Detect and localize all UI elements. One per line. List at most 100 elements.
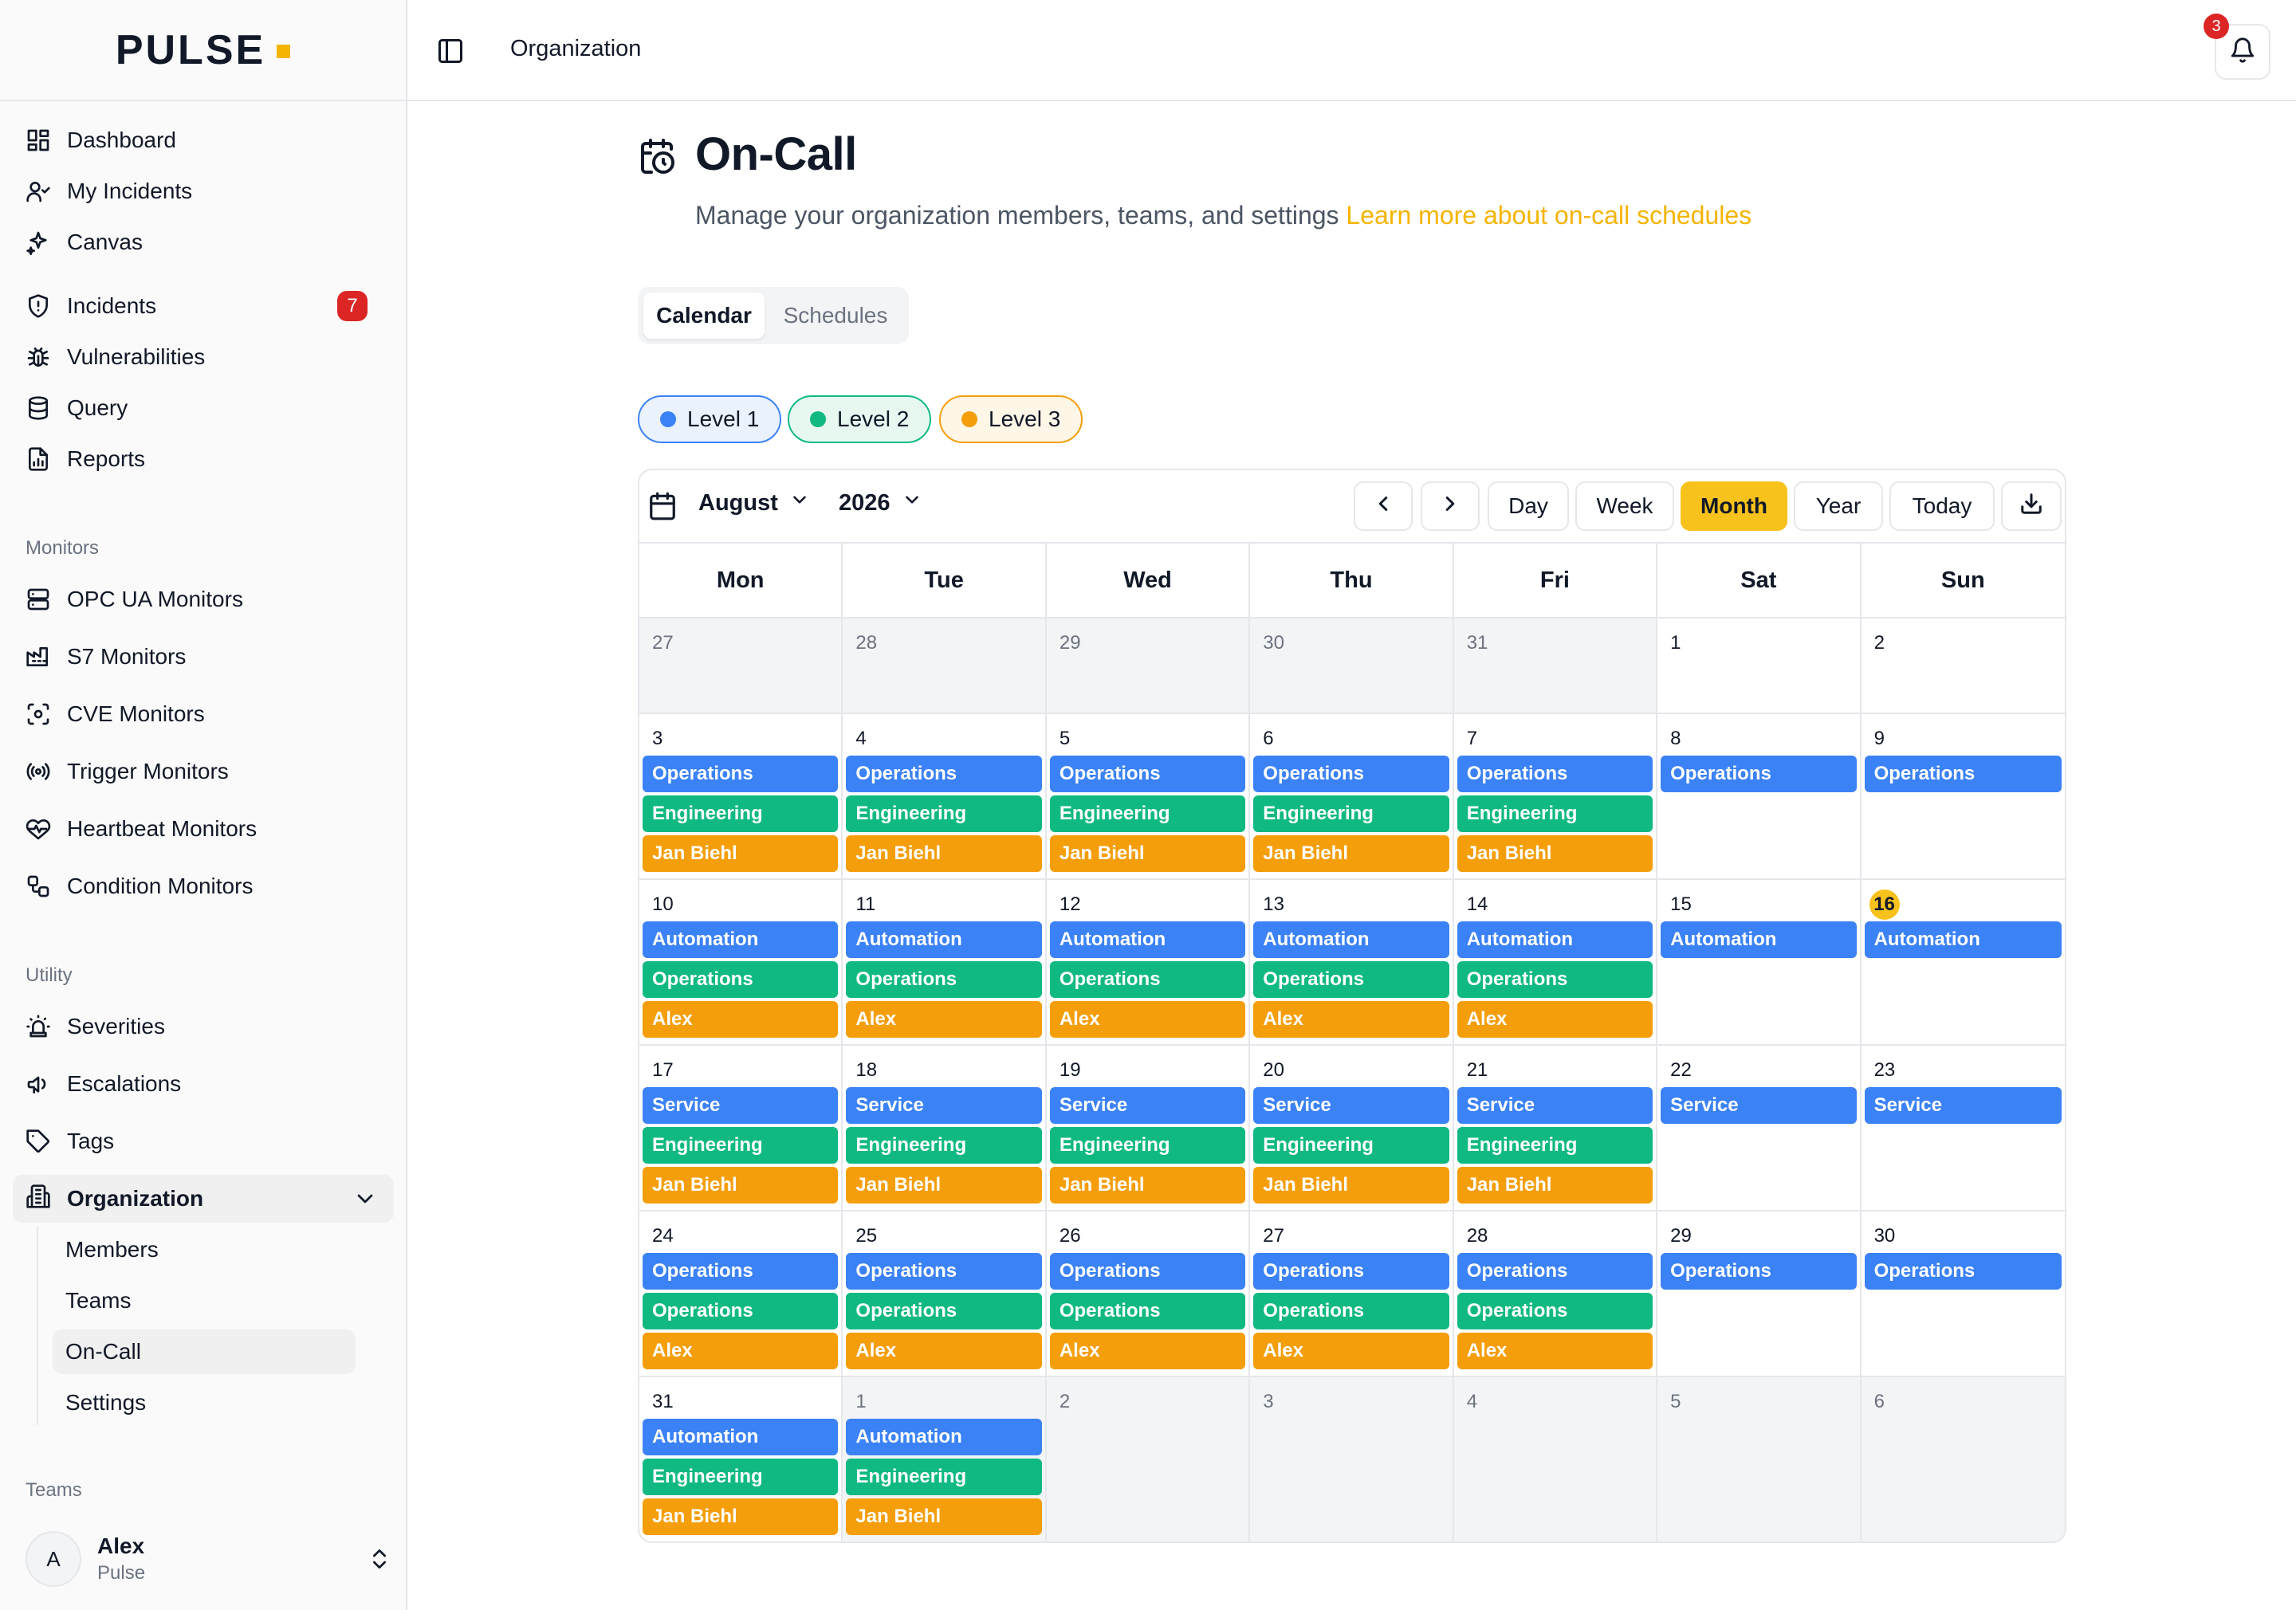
on-call-event[interactable]: Automation (846, 921, 1042, 958)
calendar-day-cell[interactable]: 18 Service Engineering Jan Biehl (843, 1046, 1047, 1210)
on-call-event[interactable]: Operations (1457, 1293, 1653, 1329)
sidebar-item-escalations[interactable]: Escalations (26, 1062, 387, 1106)
on-call-event[interactable]: Jan Biehl (643, 835, 839, 872)
legend-level-3[interactable]: Level 3 (939, 395, 1083, 443)
calendar-day-cell[interactable]: 29 Operations (1657, 1211, 1862, 1376)
on-call-event[interactable]: Operations (643, 961, 839, 998)
calendar-day-cell[interactable]: 16 Automation (1862, 880, 2065, 1044)
on-call-event[interactable]: Operations (1457, 756, 1653, 792)
calendar-day-cell[interactable]: 24 Operations Operations Alex (639, 1211, 843, 1376)
calendar-day-cell[interactable]: 29 (1046, 618, 1251, 713)
on-call-event[interactable]: Automation (1864, 921, 2062, 958)
on-call-event[interactable]: Alex (1049, 1001, 1246, 1038)
on-call-event[interactable]: Operations (1661, 756, 1857, 792)
on-call-event[interactable]: Alex (846, 1333, 1042, 1369)
on-call-event[interactable]: Service (1864, 1087, 2062, 1124)
on-call-event[interactable]: Engineering (1049, 795, 1246, 832)
calendar-day-cell[interactable]: 5 Operations Engineering Jan Biehl (1047, 714, 1251, 878)
on-call-event[interactable]: Service (1661, 1087, 1857, 1124)
on-call-event[interactable]: Alex (846, 1001, 1042, 1038)
sidebar-item-dashboard[interactable]: Dashboard (26, 118, 387, 163)
on-call-event[interactable]: Automation (1661, 921, 1857, 958)
on-call-event[interactable]: Jan Biehl (846, 1498, 1042, 1535)
team-switcher[interactable]: A Alex Pulse (26, 1530, 392, 1588)
on-call-event[interactable]: Automation (643, 921, 839, 958)
on-call-event[interactable]: Operations (1049, 756, 1246, 792)
sidebar-item-cve-monitors[interactable]: CVE Monitors (26, 692, 387, 736)
sidebar-subitem-teams[interactable]: Teams (53, 1278, 356, 1323)
on-call-event[interactable]: Alex (643, 1001, 839, 1038)
sidebar-item-trigger-monitors[interactable]: Trigger Monitors (26, 749, 387, 794)
year-select[interactable]: 2026 (839, 489, 922, 516)
sidebar-item-condition-monitors[interactable]: Condition Monitors (26, 864, 387, 909)
on-call-event[interactable]: Service (1049, 1087, 1246, 1124)
on-call-event[interactable]: Engineering (1457, 795, 1653, 832)
on-call-event[interactable]: Jan Biehl (1457, 1167, 1653, 1204)
sidebar-item-tags[interactable]: Tags (26, 1119, 387, 1164)
view-day-button[interactable]: Day (1488, 481, 1569, 531)
sidebar-item-s7-monitors[interactable]: S7 Monitors (26, 634, 387, 679)
sidebar-item-query[interactable]: Query (26, 386, 387, 430)
on-call-event[interactable]: Engineering (1253, 795, 1449, 832)
calendar-day-cell[interactable]: 4 (1453, 1377, 1658, 1541)
view-week-button[interactable]: Week (1575, 481, 1674, 531)
on-call-event[interactable]: Engineering (1049, 1127, 1246, 1164)
sidebar-item-vulnerabilities[interactable]: Vulnerabilities (26, 335, 387, 379)
calendar-day-cell[interactable]: 3 (1250, 1377, 1454, 1541)
on-call-event[interactable]: Operations (1864, 1253, 2062, 1290)
calendar-day-cell[interactable]: 9 Operations (1862, 714, 2065, 878)
next-button[interactable] (1421, 481, 1480, 531)
calendar-day-cell[interactable]: 22 Service (1657, 1046, 1862, 1210)
on-call-event[interactable]: Engineering (846, 795, 1042, 832)
on-call-event[interactable]: Jan Biehl (1049, 1167, 1246, 1204)
on-call-event[interactable]: Operations (1049, 961, 1246, 998)
sidebar-subitem-settings[interactable]: Settings (53, 1380, 356, 1425)
calendar-day-cell[interactable]: 5 (1657, 1377, 1862, 1541)
on-call-event[interactable]: Engineering (846, 1459, 1042, 1495)
on-call-event[interactable]: Operations (1049, 1253, 1246, 1290)
on-call-event[interactable]: Jan Biehl (643, 1167, 839, 1204)
on-call-event[interactable]: Engineering (846, 1127, 1042, 1164)
on-call-event[interactable]: Operations (1253, 1253, 1449, 1290)
on-call-event[interactable]: Operations (1457, 1253, 1653, 1290)
calendar-day-cell[interactable]: 28 Operations Operations Alex (1454, 1211, 1658, 1376)
on-call-event[interactable]: Alex (1457, 1001, 1653, 1038)
calendar-day-cell[interactable]: 11 Automation Operations Alex (843, 880, 1047, 1044)
on-call-event[interactable]: Jan Biehl (1049, 835, 1246, 872)
on-call-event[interactable]: Service (846, 1087, 1042, 1124)
today-button[interactable]: Today (1889, 481, 1995, 531)
calendar-day-cell[interactable]: 10 Automation Operations Alex (639, 880, 843, 1044)
on-call-event[interactable]: Operations (643, 756, 839, 792)
on-call-event[interactable]: Operations (1864, 756, 2062, 792)
view-month-button[interactable]: Month (1681, 481, 1787, 531)
on-call-event[interactable]: Engineering (643, 1127, 839, 1164)
logo[interactable]: PULSE (0, 0, 406, 101)
sidebar-item-severities[interactable]: Severities (26, 1004, 387, 1049)
prev-button[interactable] (1354, 481, 1413, 531)
on-call-event[interactable]: Jan Biehl (1253, 835, 1449, 872)
tab-schedules[interactable]: Schedules (772, 293, 899, 339)
on-call-event[interactable]: Operations (846, 756, 1042, 792)
sidebar-subitem-members[interactable]: Members (53, 1227, 356, 1272)
breadcrumb[interactable]: Organization (510, 36, 641, 62)
on-call-event[interactable]: Alex (1253, 1001, 1449, 1038)
sidebar-subitem-on-call[interactable]: On-Call (53, 1329, 356, 1374)
on-call-event[interactable]: Engineering (1253, 1127, 1449, 1164)
on-call-event[interactable]: Automation (1457, 921, 1653, 958)
sidebar-item-incidents[interactable]: Incidents 7 (26, 284, 387, 328)
sidebar-item-opc-ua-monitors[interactable]: OPC UA Monitors (26, 577, 387, 622)
on-call-event[interactable]: Engineering (643, 795, 839, 832)
legend-level-1[interactable]: Level 1 (638, 395, 782, 443)
tab-calendar[interactable]: Calendar (643, 293, 765, 339)
export-button[interactable] (2001, 481, 2062, 531)
on-call-event[interactable]: Alex (643, 1333, 839, 1369)
calendar-day-cell[interactable]: 26 Operations Operations Alex (1047, 1211, 1251, 1376)
on-call-event[interactable]: Jan Biehl (846, 1167, 1042, 1204)
on-call-event[interactable]: Automation (1049, 921, 1246, 958)
on-call-event[interactable]: Operations (1457, 961, 1653, 998)
calendar-day-cell[interactable]: 12 Automation Operations Alex (1047, 880, 1251, 1044)
on-call-event[interactable]: Service (1457, 1087, 1653, 1124)
calendar-day-cell[interactable]: 3 Operations Engineering Jan Biehl (639, 714, 843, 878)
calendar-day-cell[interactable]: 25 Operations Operations Alex (843, 1211, 1047, 1376)
on-call-event[interactable]: Operations (1253, 756, 1449, 792)
